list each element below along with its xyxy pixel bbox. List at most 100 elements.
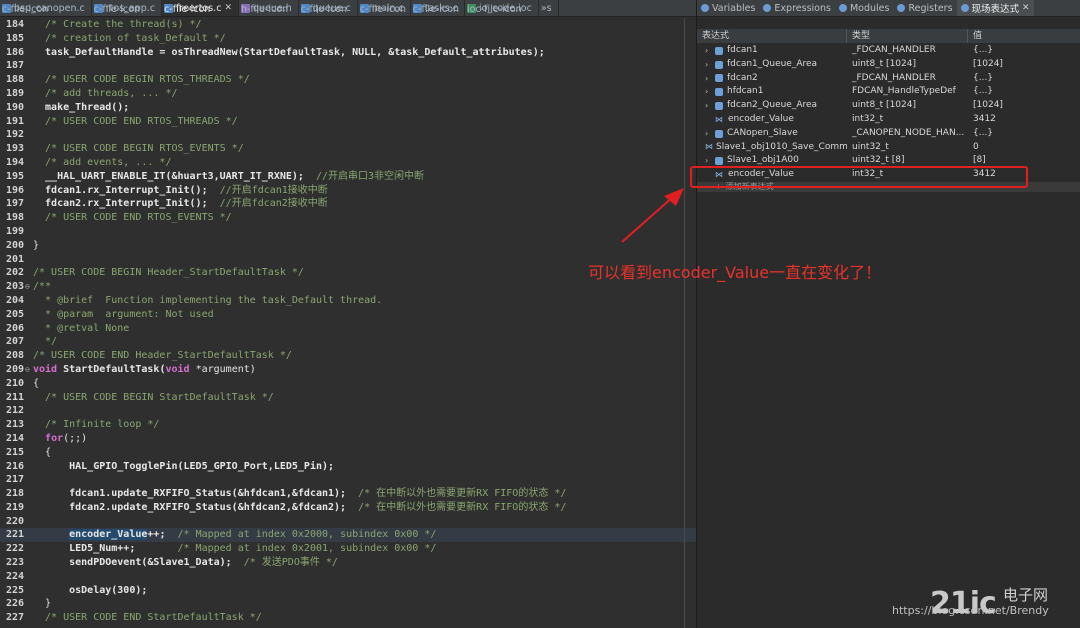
editor-tab[interactable]: c-file-icon bsp_canopen.c: [0, 0, 92, 16]
code-line[interactable]: 194 /* add events, ... */: [0, 156, 696, 170]
code-text: fdcan2.update_RXFIFO_Status(&hfdcan2,&fd…: [33, 501, 567, 513]
code-text: osDelay(300);: [33, 584, 148, 596]
expand-arrow-icon[interactable]: ›: [705, 127, 715, 141]
code-line[interactable]: 215 {: [0, 446, 696, 460]
view-tab[interactable]: 现场表达式 ✕: [956, 0, 1034, 16]
close-icon[interactable]: ✕: [224, 3, 232, 13]
view-tab[interactable]: Variables: [697, 0, 759, 16]
code-text: encoder_Value++; /* Mapped at index 0x20…: [69, 529, 437, 541]
line-number: 185: [6, 32, 25, 44]
code-line[interactable]: 206 * @retval None: [0, 322, 696, 336]
expand-arrow-icon[interactable]: ›: [705, 99, 715, 113]
code-line[interactable]: 211 /* USER CODE BEGIN StartDefaultTask …: [0, 391, 696, 405]
editor-tab[interactable]: c-file-icon main.c: [358, 0, 411, 16]
code-line[interactable]: 200}: [0, 239, 696, 253]
code-line[interactable]: 198 /* USER CODE END RTOS_EVENTS */: [0, 211, 696, 225]
close-icon[interactable]: ✕: [1022, 3, 1030, 13]
editor-tab[interactable]: c-file-icon freertos.c ✕: [162, 0, 239, 16]
code-text: sendPDOevent(&Slave1_Data); /* 发送PDO事件 *…: [33, 557, 338, 569]
code-line[interactable]: 210 {: [0, 377, 696, 391]
code-line[interactable]: 193 /* USER CODE BEGIN RTOS_EVENTS */: [0, 142, 696, 156]
code-line[interactable]: 188 /* USER CODE BEGIN RTOS_THREADS */: [0, 73, 696, 87]
expand-arrow-icon[interactable]: ›: [705, 72, 715, 86]
expression-row[interactable]: › CANopen_Slave _CANOPEN_NODE_HAN... {...}: [697, 127, 1080, 141]
code-line[interactable]: 195 __HAL_UART_ENABLE_IT(&huart3,UART_IT…: [0, 170, 696, 184]
editor-tab[interactable]: c-file-icon tasks.c: [411, 0, 465, 16]
code-line[interactable]: 227 /* USER CODE END StartDefaultTask */: [0, 611, 696, 625]
column-header-expression[interactable]: 表达式: [697, 29, 847, 43]
code-line[interactable]: 217: [0, 473, 696, 487]
editor-tab[interactable]: c-file-icon queue.c: [299, 0, 358, 16]
code-line[interactable]: 223 sendPDOevent(&Slave1_Data); /* 发送PDO…: [0, 556, 696, 570]
expression-row[interactable]: ⋈ Slave1_obj1010_Save_Comm uint32_t 0: [697, 141, 1080, 155]
expression-name: fdcan2: [727, 72, 758, 83]
code-line[interactable]: 185 /* creation of task_Default */: [0, 32, 696, 46]
code-line[interactable]: 205 * @param argument: Not used: [0, 308, 696, 322]
code-line[interactable]: 192: [0, 128, 696, 142]
fold-toggle-icon[interactable]: ⊖: [25, 363, 33, 377]
live-expressions-icon: [960, 4, 969, 12]
fold-toggle-icon[interactable]: ⊖: [25, 280, 33, 294]
expression-row[interactable]: ⋈ encoder_Value int32_t 3412: [697, 113, 1080, 127]
code-line[interactable]: 208 /* USER CODE END Header_StartDefaultT…: [0, 349, 696, 363]
code-line[interactable]: 184 /* Create the thread(s) */: [0, 18, 696, 32]
line-number: 214: [6, 432, 25, 444]
code-line[interactable]: 204 * @brief Function implementing the t…: [0, 294, 696, 308]
code-area[interactable]: 184 /* Create the thread(s) */185 /* cre…: [0, 18, 696, 625]
code-line[interactable]: 187: [0, 59, 696, 73]
code-line[interactable]: 220: [0, 515, 696, 529]
expression-row[interactable]: › fdcan1 _FDCAN_HANDLER {...}: [697, 44, 1080, 58]
code-line[interactable]: 207 */: [0, 335, 696, 349]
view-tab-bar: Variables Expressions Modules Registers 现场表达…: [697, 0, 1080, 17]
code-line[interactable]: 226 }: [0, 597, 696, 611]
code-line[interactable]: 214 for(;;): [0, 432, 696, 446]
code-line[interactable]: 213 /* Infinite loop */: [0, 418, 696, 432]
editor-tab-label: freertos.c: [176, 2, 222, 14]
expression-type: uint8_t [1024]: [852, 100, 916, 111]
code-line[interactable]: 212: [0, 404, 696, 418]
code-line[interactable]: 216 HAL_GPIO_TogglePin(LED5_GPIO_Port,LE…: [0, 460, 696, 474]
code-line[interactable]: 199: [0, 225, 696, 239]
expression-row[interactable]: › fdcan2_Queue_Area uint8_t [1024] [1024]: [697, 99, 1080, 113]
editor-tab-label: tasks.c: [424, 2, 458, 14]
view-tab[interactable]: Expressions: [759, 0, 835, 16]
code-line[interactable]: 219 fdcan2.update_RXFIFO_Status(&hfdcan2…: [0, 501, 696, 515]
code-line[interactable]: 222 LED5_Num++; /* Mapped at index 0x200…: [0, 542, 696, 556]
expand-arrow-icon[interactable]: ›: [705, 85, 715, 99]
expression-value: {...}: [973, 45, 994, 55]
expression-row[interactable]: › hfdcan1 FDCAN_HandleTypeDef {...}: [697, 85, 1080, 99]
code-line[interactable]: 197 fdcan2.rx_Interrupt_Init(); //开启fdca…: [0, 197, 696, 211]
code-line[interactable]: 196 fdcan1.rx_Interrupt_Init(); //开启fdca…: [0, 184, 696, 198]
line-number: 210: [6, 377, 25, 389]
column-header-value[interactable]: 值: [968, 29, 1080, 43]
code-line[interactable]: 190 make_Thread();: [0, 101, 696, 115]
expression-row[interactable]: › fdcan2 _FDCAN_HANDLER {...}: [697, 72, 1080, 86]
editor-tab[interactable]: c-file-icon rtos_app.c: [92, 0, 163, 16]
editor-tab[interactable]: ioc-file-icon io_code.ioc: [465, 0, 539, 16]
editor-tab[interactable]: h-file-icon queue.h: [239, 0, 299, 16]
editor-tab[interactable]: »s: [539, 0, 559, 16]
code-line[interactable]: 225 osDelay(300);: [0, 584, 696, 598]
column-header-type[interactable]: 类型: [847, 29, 968, 43]
line-number: 196: [6, 184, 25, 196]
code-line[interactable]: 186 task_DefaultHandle = osThreadNew(Sta…: [0, 46, 696, 60]
code-text: /* USER CODE BEGIN RTOS_THREADS */: [33, 74, 250, 86]
expand-arrow-icon[interactable]: ›: [705, 44, 715, 58]
view-tab[interactable]: Modules: [835, 0, 894, 16]
line-number: 194: [6, 156, 25, 168]
code-line[interactable]: 218 fdcan1.update_RXFIFO_Status(&hfdcan1…: [0, 487, 696, 501]
code-text: /* Create the thread(s) */: [33, 19, 202, 30]
view-tab[interactable]: Registers: [893, 0, 956, 16]
expand-arrow-icon[interactable]: ›: [705, 58, 715, 72]
expression-row[interactable]: › fdcan1_Queue_Area uint8_t [1024] [1024]: [697, 58, 1080, 72]
code-line[interactable]: 221 encoder_Value++; /* Mapped at index …: [0, 528, 696, 543]
line-number: 199: [6, 225, 25, 237]
code-line[interactable]: 189 /* add threads, ... */: [0, 87, 696, 101]
code-text: make_Thread();: [33, 101, 130, 113]
code-line[interactable]: 191 /* USER CODE END RTOS_THREADS */: [0, 115, 696, 129]
code-text: /**: [33, 281, 52, 293]
code-text: * @param argument: Not used: [33, 308, 214, 320]
code-editor[interactable]: c-file-icon bsp_canopen.c c-file-icon rtos_…: [0, 0, 696, 628]
code-line[interactable]: 209 ⊖ void StartDefaultTask(void *argument…: [0, 363, 696, 377]
code-line[interactable]: 224: [0, 570, 696, 584]
